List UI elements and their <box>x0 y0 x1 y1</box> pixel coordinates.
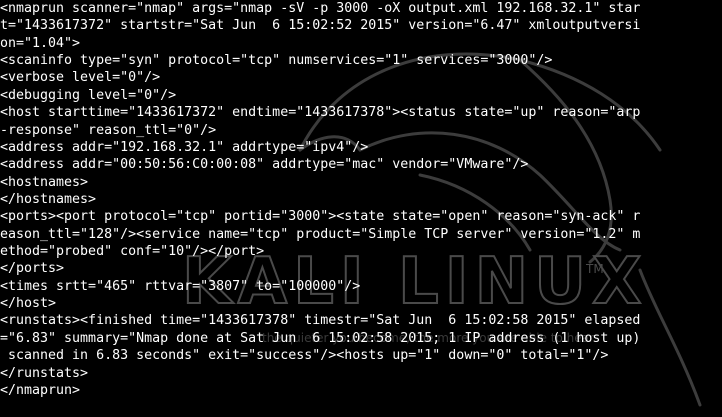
terminal-window[interactable]: KALI LINUX TM the quieter you become, th… <box>0 0 722 417</box>
terminal-line: t="1433617372" startstr="Sat Jun 6 15:02… <box>0 18 641 34</box>
terminal-line: </runstats> <box>0 365 89 381</box>
terminal-line: ="6.83" summary="Nmap done at Sat Jun 6 … <box>0 330 641 346</box>
terminal-line: </hostnames> <box>0 191 97 207</box>
terminal-line: -response" reason_ttl="0"/> <box>0 122 217 138</box>
terminal-line: <nmaprun scanner="nmap" args="nmap -sV -… <box>0 1 641 16</box>
terminal-line: <address addr="00:50:56:C0:00:08" addrty… <box>0 157 529 173</box>
terminal-line: scanned in 6.83 seconds" exit="success"/… <box>0 348 609 364</box>
terminal-line: <scaninfo type="syn" protocol="tcp" nums… <box>0 53 553 69</box>
terminal-line: <times srtt="465" rttvar="3807" to="1000… <box>0 278 361 294</box>
terminal-line: <debugging level="0"/> <box>0 87 177 103</box>
terminal-line: <host starttime="1433617372" endtime="14… <box>0 105 641 121</box>
terminal-line: <ports><port protocol="tcp" portid="3000… <box>0 209 641 225</box>
terminal-line: <verbose level="0"/> <box>0 70 161 86</box>
terminal-line: </ports> <box>0 261 65 277</box>
terminal-line: </host> <box>0 296 57 312</box>
terminal-output: <nmaprun scanner="nmap" args="nmap -sV -… <box>0 0 722 399</box>
terminal-line: <hostnames> <box>0 174 89 190</box>
terminal-line: <runstats><finished time="1433617378" ti… <box>0 313 641 329</box>
terminal-line: <address addr="192.168.32.1" addrtype="i… <box>0 139 369 155</box>
terminal-line: eason_ttl="128"/><service name="tcp" pro… <box>0 226 641 242</box>
terminal-line: on="1.04"> <box>0 35 81 51</box>
terminal-line: ethod="probed" conf="10"/></port> <box>0 244 265 260</box>
terminal-line: </nmaprun> <box>0 382 81 398</box>
